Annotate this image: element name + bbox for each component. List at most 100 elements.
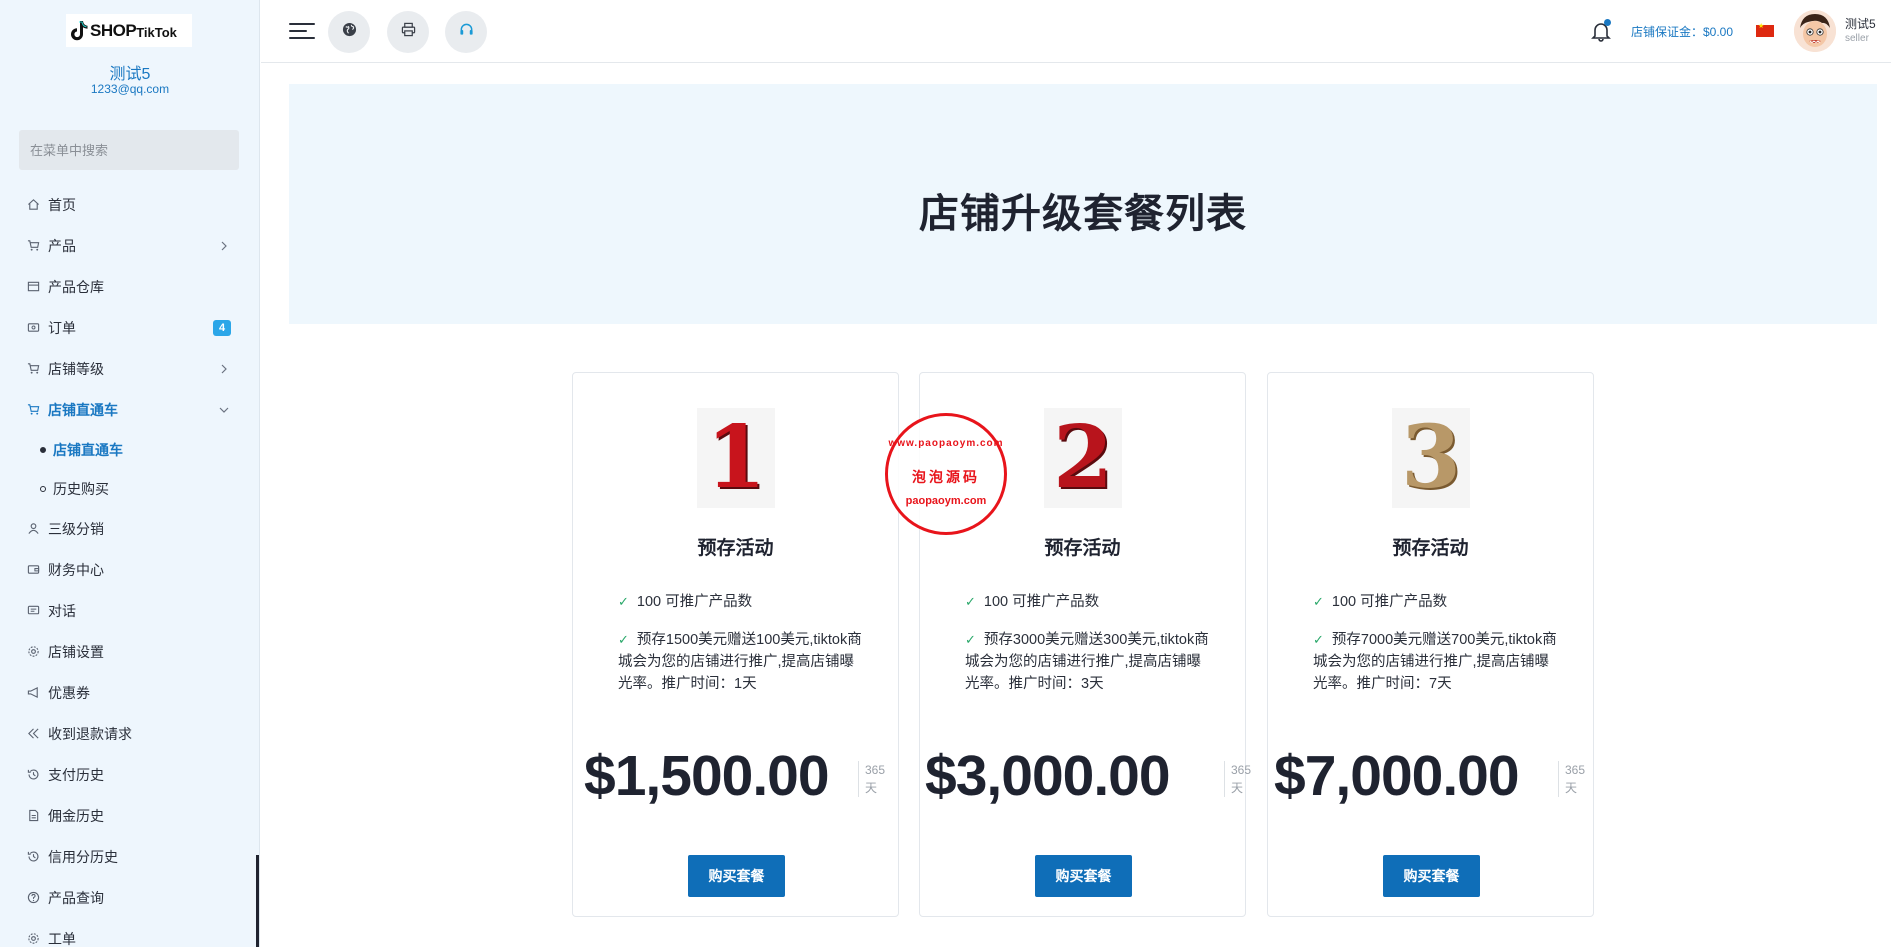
refund-icon (26, 727, 40, 741)
support-button[interactable] (445, 11, 487, 53)
plan-period-unit: 天 (865, 781, 878, 795)
plan-feature: ✓ 预存3000美元赠送300美元,tiktok商城会为您的店铺进行推广,提高店铺… (965, 629, 1210, 695)
watermark-stamp: www.paopaoym.com 泡泡源码 paopaoym.com (885, 413, 1007, 535)
sidebar-item[interactable]: 店铺直通车 (0, 389, 258, 430)
watermark-bottom-text: paopaoym.com (905, 495, 987, 507)
sidebar: SHOP TikTok 测试5 1233@qq.com 首页产品产品仓库订单 4 店… (0, 0, 260, 947)
globe-button[interactable] (328, 11, 370, 53)
plan-price: $1,500.00 (584, 744, 830, 808)
plan-feature-text: 预存1500美元赠送100美元,tiktok商城会为您的店铺进行推广,提高店铺曝… (618, 632, 862, 692)
plan-feature-text: 100 可推广产品数 (1331, 594, 1448, 610)
plan-title: 预存活动 (697, 538, 774, 559)
rank-badge-icon: 1 (697, 408, 775, 508)
plan-card: 1 预存活动 ✓ 100 可推广产品数 ✓ 预存1500美元赠送100美元,tiktok商… (572, 372, 899, 917)
tiktok-logo-icon (70, 20, 88, 42)
check-icon: ✓ (1313, 632, 1324, 647)
sidebar-scrollbar[interactable] (256, 855, 259, 947)
plan-card: 3 预存活动 ✓ 100 可推广产品数 ✓ 预存7000美元赠送700美元,tiktok商… (1267, 372, 1594, 917)
plan-period: 365 天 (858, 761, 890, 797)
buy-plan-button[interactable]: 购买套餐 (1035, 855, 1132, 897)
menu-search-input[interactable] (19, 130, 239, 170)
check-icon: ✓ (965, 632, 976, 647)
sidebar-subitem[interactable]: 历史购买 (0, 469, 258, 508)
plan-feature-text: 100 可推广产品数 (636, 594, 753, 610)
sidebar-item[interactable]: 佣金历史 (0, 795, 258, 836)
buy-plan-button[interactable]: 购买套餐 (688, 855, 785, 897)
plan-price: $7,000.00 (1274, 744, 1520, 808)
check-icon: ✓ (1313, 594, 1324, 609)
sidebar-item-label: 财务中心 (48, 561, 104, 578)
sidebar-item-label: 收到退款请求 (48, 725, 132, 742)
sidebar-item[interactable]: 产品查询 (0, 877, 258, 918)
check-icon: ✓ (618, 632, 629, 647)
gear-icon (26, 645, 40, 659)
globe-icon (342, 22, 357, 42)
sidebar-item[interactable]: 对话 (0, 590, 258, 631)
china-flag-icon[interactable] (1756, 22, 1774, 37)
chat-icon (26, 604, 40, 618)
sidebar-item[interactable]: 财务中心 (0, 549, 258, 590)
sidebar-item[interactable]: 优惠券 (0, 672, 258, 713)
plan-period-unit: 天 (1565, 781, 1578, 795)
print-button[interactable] (387, 11, 429, 53)
plan-feature: ✓ 预存7000美元赠送700美元,tiktok商城会为您的店铺进行推广,提高店铺… (1313, 629, 1558, 695)
printer-icon (401, 22, 416, 42)
top-header: 店铺保证金：$0.00 测试5 seller (261, 0, 1891, 63)
notification-bell-icon[interactable] (1591, 19, 1611, 42)
shop-email: 1233@qq.com (90, 82, 170, 96)
sidebar-item[interactable]: 店铺等级 (0, 348, 258, 389)
rank-number: 3 (1401, 407, 1461, 508)
sidebar-item-label: 优惠券 (48, 684, 90, 701)
plan-period-unit: 天 (1231, 781, 1244, 795)
buy-plan-button[interactable]: 购买套餐 (1383, 855, 1480, 897)
sidebar-item[interactable]: 信用分历史 (0, 836, 258, 877)
sidebar-subitem[interactable]: 店铺直通车 (0, 430, 258, 469)
menu-toggle-icon[interactable] (289, 20, 315, 42)
sidebar-item[interactable]: 三级分销 (0, 508, 258, 549)
document-icon (26, 809, 40, 823)
plan-feature: ✓ 100 可推广产品数 (618, 591, 863, 613)
cart-icon (26, 362, 40, 376)
brand-logo[interactable]: SHOP TikTok (66, 14, 192, 47)
history-icon (26, 850, 40, 864)
sidebar-item-label: 产品查询 (48, 889, 104, 906)
sidebar-item[interactable]: 收到退款请求 (0, 713, 258, 754)
sidebar-item-label: 支付历史 (48, 766, 104, 783)
plan-feature-text: 预存3000美元赠送300美元,tiktok商城会为您的店铺进行推广,提高店铺曝… (965, 632, 1209, 692)
sidebar-item[interactable]: 支付历史 (0, 754, 258, 795)
plan-period-value: 365 (1231, 763, 1252, 777)
plan-feature: ✓ 预存1500美元赠送100美元,tiktok商城会为您的店铺进行推广,提高店铺… (618, 629, 863, 695)
cart-icon (26, 403, 40, 417)
sidebar-item[interactable]: 首页 (0, 184, 258, 225)
order-count-badge: 4 (213, 320, 231, 336)
sidebar-item-label: 店铺等级 (48, 360, 104, 377)
sidebar-item-label: 三级分销 (48, 520, 104, 537)
plan-title: 预存活动 (1392, 538, 1469, 559)
sidebar-item-label: 佣金历史 (48, 807, 104, 824)
sidebar-item-label: 店铺直通车 (53, 441, 123, 458)
sidebar-item[interactable]: 订单 4 (0, 307, 258, 348)
sidebar-item-label: 信用分历史 (48, 848, 118, 865)
sidebar-item[interactable]: 产品仓库 (0, 266, 258, 307)
plan-price: $3,000.00 (925, 744, 1171, 808)
sidebar-menu: 首页 产品 产品仓库 订单 4 店铺等级 店铺直通车 店铺直通车 历史购买 三级分销 财务中心 对话店… (0, 184, 258, 947)
plan-feature: ✓ 100 可推广产品数 (965, 591, 1210, 613)
chevron-down-icon (218, 403, 230, 415)
rank-badge-icon: 2 (1044, 408, 1122, 508)
plan-title: 预存活动 (1044, 538, 1121, 559)
sidebar-item-label: 历史购买 (53, 480, 109, 497)
sidebar-item[interactable]: 产品 (0, 225, 258, 266)
sidebar-item[interactable]: 店铺设置 (0, 631, 258, 672)
sidebar-item[interactable]: 工单 (0, 918, 258, 947)
user-role: seller (1845, 33, 1869, 44)
page-hero: 店铺升级套餐列表 (289, 84, 1877, 324)
user-name: 测试5 (1845, 17, 1876, 31)
question-icon (26, 891, 40, 905)
store-deposit[interactable]: 店铺保证金：$0.00 (1631, 23, 1733, 40)
user-avatar[interactable] (1794, 10, 1836, 52)
gear-icon (26, 932, 40, 946)
check-icon: ✓ (618, 594, 629, 609)
cart-icon (26, 239, 40, 253)
plan-period: 365 天 (1224, 761, 1256, 797)
history-icon (26, 768, 40, 782)
